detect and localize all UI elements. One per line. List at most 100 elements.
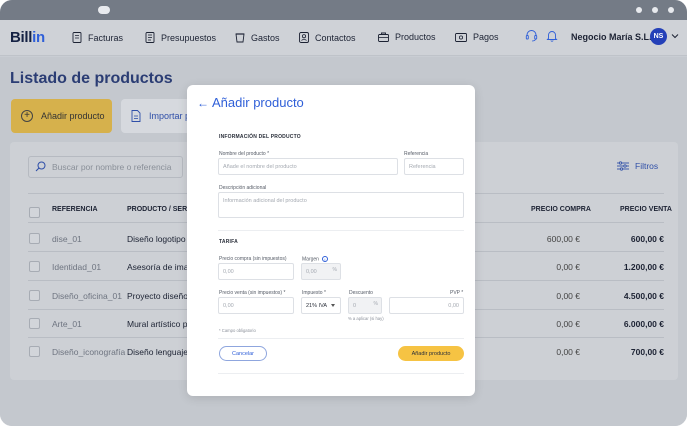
row-reference: Diseño_iconografía xyxy=(52,347,126,357)
row-product: Mural artístico pe xyxy=(127,319,193,329)
pvp-input[interactable]: 0,00 xyxy=(389,297,464,314)
row-sale-price: 700,00 € xyxy=(630,347,664,357)
description-label: Descripción adicional xyxy=(219,185,267,191)
product-name-input[interactable]: Añade el nombre del producto xyxy=(218,158,398,175)
search-icon xyxy=(35,161,46,172)
window-dot-icon[interactable] xyxy=(652,7,658,13)
row-checkbox[interactable] xyxy=(29,318,40,329)
add-product-label: Añadir producto xyxy=(41,111,105,121)
purchase-price-label: Precio compra (sin impuestos) xyxy=(219,256,287,262)
modal-bottom-divider xyxy=(218,373,464,374)
section-pricing: TARIFA xyxy=(219,239,238,245)
name-label: Nombre del producto * xyxy=(219,151,270,157)
avatar[interactable]: NS xyxy=(650,28,667,45)
column-header-purchase-price[interactable]: PRECIO COMPRA xyxy=(531,206,591,213)
reference-input[interactable]: Referencia xyxy=(404,158,464,175)
quote-icon xyxy=(145,32,155,43)
row-product: Proyecto diseño xyxy=(127,291,188,301)
row-purchase-price: 0,00 € xyxy=(556,319,580,329)
contacts-icon xyxy=(299,32,309,43)
row-sale-price: 1.200,00 € xyxy=(623,262,664,272)
app-logo[interactable]: Billin xyxy=(10,29,45,46)
margin-input[interactable]: 0,00% xyxy=(301,263,341,280)
plus-circle-icon: + xyxy=(21,110,33,122)
row-checkbox[interactable] xyxy=(29,346,40,357)
select-all-checkbox[interactable] xyxy=(29,207,40,218)
row-product: Diseño logotipo xyxy=(127,234,186,244)
section-product-info: INFORMACIÓN DEL PRODUCTO xyxy=(219,134,301,140)
nav-label: Productos xyxy=(395,32,436,42)
row-checkbox[interactable] xyxy=(29,261,40,272)
import-products-label: Importar p xyxy=(149,111,191,121)
row-reference: Diseño_oficina_01 xyxy=(52,291,122,301)
row-reference: Identidad_01 xyxy=(52,262,102,272)
nav-label: Pagos xyxy=(473,32,499,42)
window-dot-icon[interactable] xyxy=(668,7,674,13)
column-header-reference[interactable]: REFERENCIA xyxy=(52,206,98,213)
discount-input[interactable]: 0% xyxy=(348,297,382,314)
nav-label: Gastos xyxy=(251,32,280,43)
percent-suffix: % xyxy=(373,301,378,307)
nav-label: Contactos xyxy=(315,32,356,43)
row-purchase-price: 0,00 € xyxy=(556,291,580,301)
purchase-price-input[interactable]: 0,00 xyxy=(218,263,294,280)
filters-label: Filtros xyxy=(635,161,659,171)
row-purchase-price: 0,00 € xyxy=(556,262,580,272)
section-divider xyxy=(218,230,464,231)
info-icon[interactable]: i xyxy=(321,256,328,262)
description-textarea[interactable]: Información adicional del producto xyxy=(218,192,464,218)
products-icon xyxy=(378,32,389,42)
tax-select[interactable]: 21% IVA xyxy=(301,297,341,314)
window-dot-icon[interactable] xyxy=(636,7,642,13)
sale-price-input[interactable]: 0,00 xyxy=(218,297,294,314)
tax-label: Impuesto * xyxy=(302,290,326,296)
nav-label: Presupuestos xyxy=(161,32,217,43)
row-product: Asesoría de imag xyxy=(127,262,194,272)
discount-hint: % a aplicar (si hay) xyxy=(348,316,384,321)
required-field-note: * Campo obligatorio xyxy=(219,328,256,333)
row-reference: dise_01 xyxy=(52,234,82,244)
discount-label: Descuento xyxy=(349,290,373,296)
reference-label: Referencia xyxy=(404,151,429,157)
nav-item-contactos[interactable]: Contactos xyxy=(299,32,356,43)
filter-sliders-icon xyxy=(617,161,629,171)
nav-item-productos[interactable]: Productos xyxy=(378,32,436,42)
nav-item-presupuestos[interactable]: Presupuestos xyxy=(145,32,216,43)
row-purchase-price: 0,00 € xyxy=(556,347,580,357)
row-checkbox[interactable] xyxy=(29,290,40,301)
percent-suffix: % xyxy=(332,267,337,273)
nav-item-facturas[interactable]: Facturas xyxy=(72,32,123,43)
row-product: Diseño lenguaje i xyxy=(127,347,193,357)
titlebar-handle xyxy=(98,6,110,14)
row-purchase-price: 600,00 € xyxy=(546,234,580,244)
chevron-down-icon xyxy=(331,304,335,307)
app-frame: Billin Facturas Presupuestos Gastos Cont… xyxy=(0,0,687,426)
add-product-button[interactable]: + Añadir producto xyxy=(11,99,112,133)
search-placeholder: Buscar por nombre o referencia xyxy=(52,162,172,172)
invoice-icon xyxy=(72,32,82,43)
import-file-icon xyxy=(131,110,141,122)
nav-item-gastos[interactable]: Gastos xyxy=(235,32,280,43)
modal-title: Añadir producto xyxy=(212,95,304,110)
submit-add-product-button[interactable]: Añadir producto xyxy=(398,346,464,361)
margin-label: Margen i xyxy=(302,256,328,262)
company-name[interactable]: Negocio María S.L. xyxy=(571,32,652,42)
row-checkbox[interactable] xyxy=(29,233,40,244)
row-sale-price: 6.000,00 € xyxy=(623,319,664,329)
cancel-button[interactable]: Cancelar xyxy=(219,346,267,361)
payments-icon xyxy=(455,32,467,42)
footer-divider xyxy=(218,338,464,339)
nav-item-pagos[interactable]: Pagos xyxy=(455,32,499,42)
import-products-button[interactable]: Importar p xyxy=(121,99,191,133)
row-sale-price: 4.500,00 € xyxy=(623,291,664,301)
support-headset-icon[interactable] xyxy=(525,29,538,42)
top-navbar: Billin Facturas Presupuestos Gastos Cont… xyxy=(0,20,687,56)
back-arrow-icon[interactable]: ← xyxy=(197,96,209,110)
pvp-label: PVP * xyxy=(450,290,464,296)
column-header-sale-price[interactable]: PRECIO VENTA xyxy=(620,206,672,213)
filters-button[interactable]: Filtros xyxy=(617,161,658,171)
page-title: Listado de productos xyxy=(10,70,173,87)
chevron-down-icon[interactable] xyxy=(671,33,679,39)
notifications-bell-icon[interactable] xyxy=(546,29,558,42)
expenses-icon xyxy=(235,33,245,43)
